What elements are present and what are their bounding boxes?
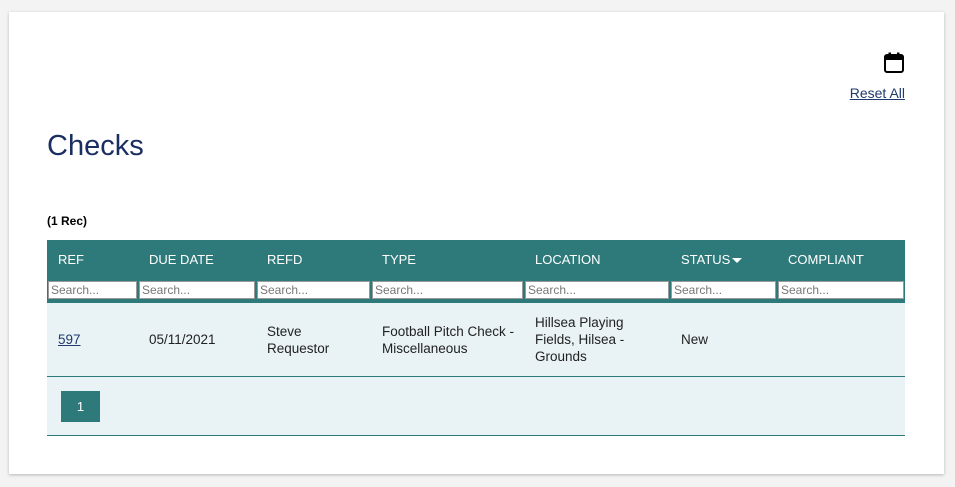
reset-all-link[interactable]: Reset All [850,85,905,101]
cell-due-date: 05/11/2021 [138,303,256,377]
filter-location-input[interactable] [525,281,669,299]
column-header-status[interactable]: STATUS [670,240,777,279]
checks-grid: REF DUE DATE REFD TYPE LOCATION STATUS C… [47,240,905,436]
sort-desc-icon [732,258,743,264]
filter-compliant-input[interactable] [778,281,904,299]
filter-ref-input[interactable] [48,281,137,299]
cell-refd: Steve Requestor [256,303,371,377]
cell-compliant [777,303,905,377]
filter-type-input[interactable] [372,281,523,299]
filter-due-date-input[interactable] [139,281,255,299]
calendar-icon[interactable] [882,51,906,75]
column-header-type[interactable]: TYPE [371,240,524,279]
column-header-location[interactable]: LOCATION [524,240,670,279]
table-row[interactable]: 597 05/11/2021 Steve Requestor Football … [47,303,905,377]
checks-table: REF DUE DATE REFD TYPE LOCATION STATUS C… [47,240,905,377]
cell-status: New [670,303,777,377]
cell-ref: 597 [47,303,138,377]
column-header-compliant[interactable]: COMPLIANT [777,240,905,279]
filter-row [47,279,905,303]
filter-refd-input[interactable] [257,281,370,299]
page-title: Checks [47,130,144,162]
column-header-ref[interactable]: REF [47,240,138,279]
page-button-current[interactable]: 1 [61,391,100,422]
column-header-due-date[interactable]: DUE DATE [138,240,256,279]
pager: 1 [47,377,905,436]
header-row: REF DUE DATE REFD TYPE LOCATION STATUS C… [47,240,905,279]
column-header-refd[interactable]: REFD [256,240,371,279]
record-count: (1 Rec) [47,214,88,228]
main-card: Reset All Checks (1 Rec) REF DUE DATE RE… [9,12,944,474]
cell-type: Football Pitch Check - Miscellaneous [371,303,524,377]
ref-link[interactable]: 597 [58,332,81,347]
filter-status-input[interactable] [671,281,776,299]
cell-location: Hillsea Playing Fields, Hilsea - Grounds [524,303,670,377]
